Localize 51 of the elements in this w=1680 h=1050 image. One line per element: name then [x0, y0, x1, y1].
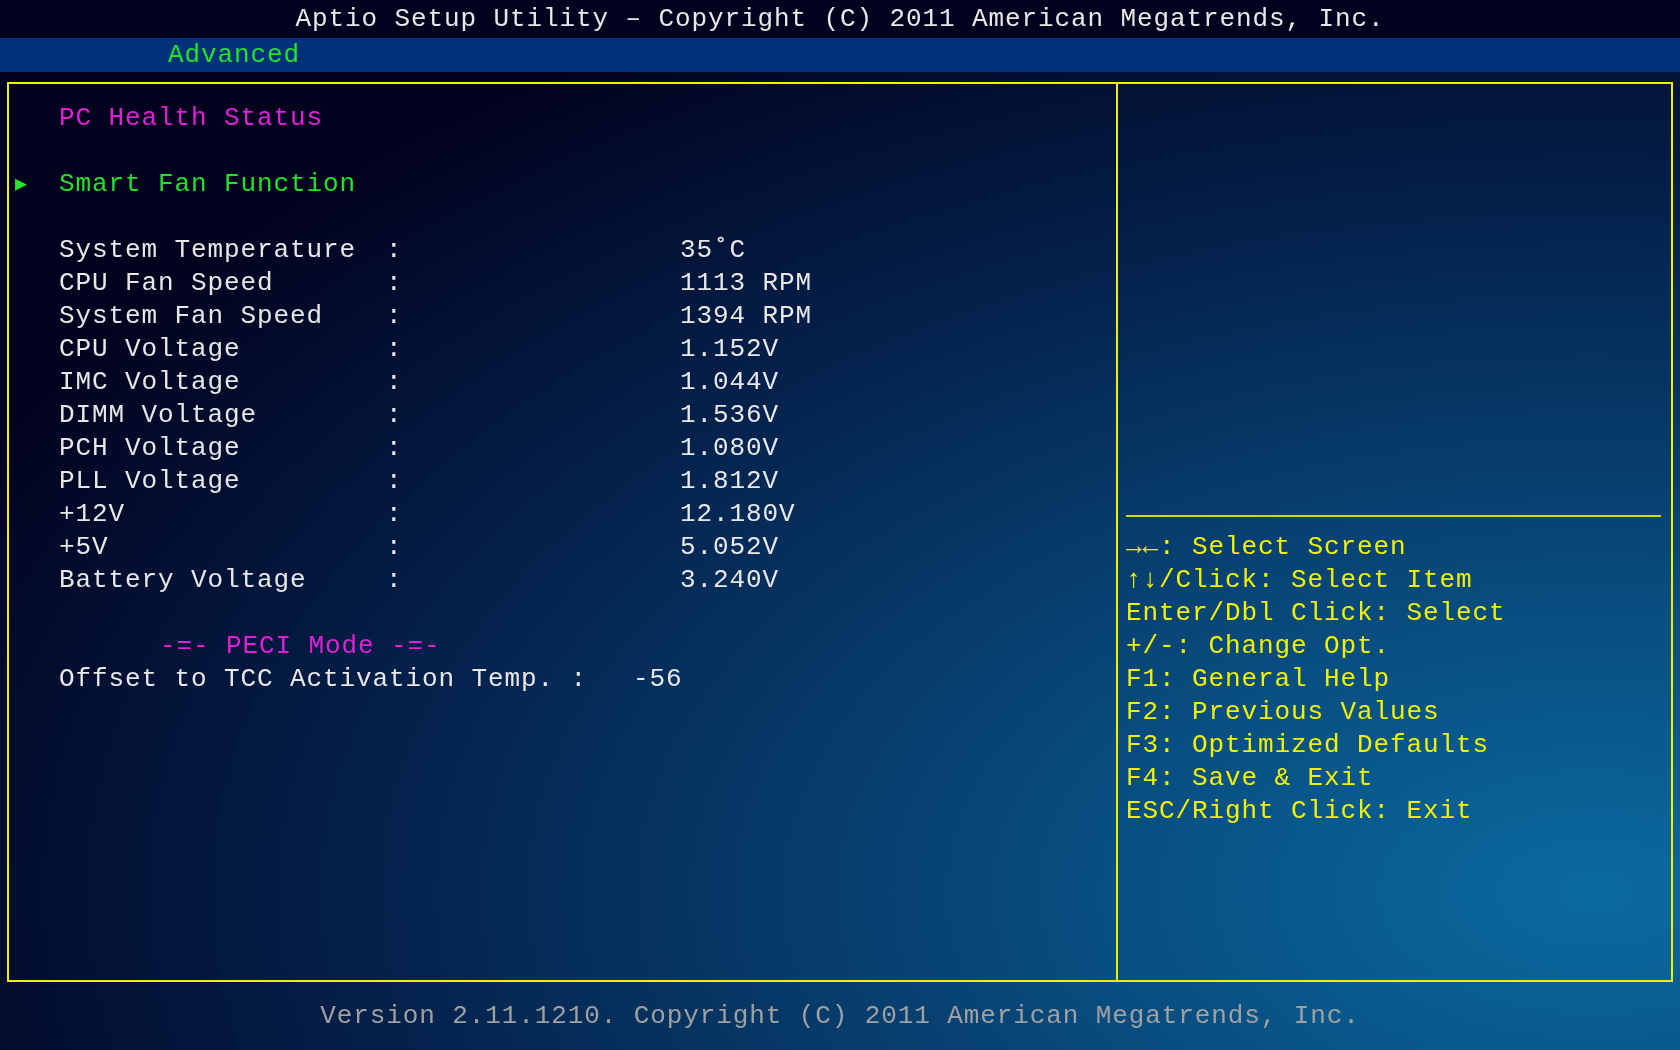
reading-label: DIMM Voltage: [59, 399, 259, 432]
separator: :: [386, 300, 404, 333]
reading-value: 1.044V: [680, 366, 780, 399]
separator: :: [386, 267, 404, 300]
help-line: F1: General Help: [1126, 663, 1392, 696]
help-line: F2: Previous Values: [1126, 696, 1441, 729]
reading-label: PCH Voltage: [59, 432, 242, 465]
reading-label: +12V: [59, 498, 126, 531]
reading-value: 1.536V: [680, 399, 780, 432]
help-line: +/-: Change Opt.: [1126, 630, 1392, 663]
reading-label: CPU Fan Speed: [59, 267, 275, 300]
reading-value: 12.180V: [680, 498, 797, 531]
separator: :: [386, 234, 404, 267]
separator: :: [386, 498, 404, 531]
reading-label: +5V: [59, 531, 110, 564]
help-line: ↑↓/Click: Select Item: [1126, 564, 1474, 597]
section-heading: -=- PECI Mode -=-: [160, 631, 441, 661]
help-line: F3: Optimized Defaults: [1126, 729, 1491, 762]
separator: :: [386, 465, 404, 498]
reading-value: 35˚C: [680, 234, 747, 267]
page-title: PC Health Status: [58, 102, 325, 135]
setting-value[interactable]: -56: [633, 663, 683, 696]
separator: :: [386, 564, 404, 597]
help-line: Enter/Dbl Click: Select: [1126, 597, 1507, 630]
reading-label: System Fan Speed: [59, 300, 325, 333]
reading-value: 1113 RPM: [680, 267, 814, 300]
tab[interactable]: Advanced: [168, 38, 301, 72]
separator: :: [386, 333, 404, 366]
separator: :: [386, 366, 404, 399]
reading-label: CPU Voltage: [59, 333, 242, 366]
reading-value: 1.152V: [680, 333, 780, 366]
setting-label[interactable]: Offset to TCC Activation Temp. :: [59, 663, 588, 696]
footer-text: Version 2.11.1210. Copyright (C) 2011 American Megatrends, Inc.: [320, 1001, 1360, 1031]
reading-label: IMC Voltage: [59, 366, 242, 399]
reading-label: System Temperature: [59, 234, 358, 267]
help-line: F4: Save & Exit: [1126, 762, 1375, 795]
window-title: Aptio Setup Utility – Copyright (C) 2011 American Megatrends, Inc.: [295, 4, 1385, 34]
reading-value: 1394 RPM: [680, 300, 814, 333]
reading-value: 1.812V: [680, 465, 780, 498]
reading-label: Battery Voltage: [59, 564, 308, 597]
reading-value: 3.240V: [680, 564, 780, 597]
reading-value: 1.080V: [680, 432, 780, 465]
separator: :: [386, 399, 404, 432]
help-line: →←: Select Screen: [1126, 531, 1408, 564]
help-line: ESC/Right Click: Exit: [1126, 795, 1474, 828]
reading-value: 5.052V: [680, 531, 780, 564]
separator: :: [386, 432, 404, 465]
reading-label: PLL Voltage: [59, 465, 242, 498]
separator: :: [386, 531, 404, 564]
submenu-marker-icon: ▶: [15, 168, 59, 201]
submenu-item[interactable]: Smart Fan Function: [59, 168, 357, 201]
